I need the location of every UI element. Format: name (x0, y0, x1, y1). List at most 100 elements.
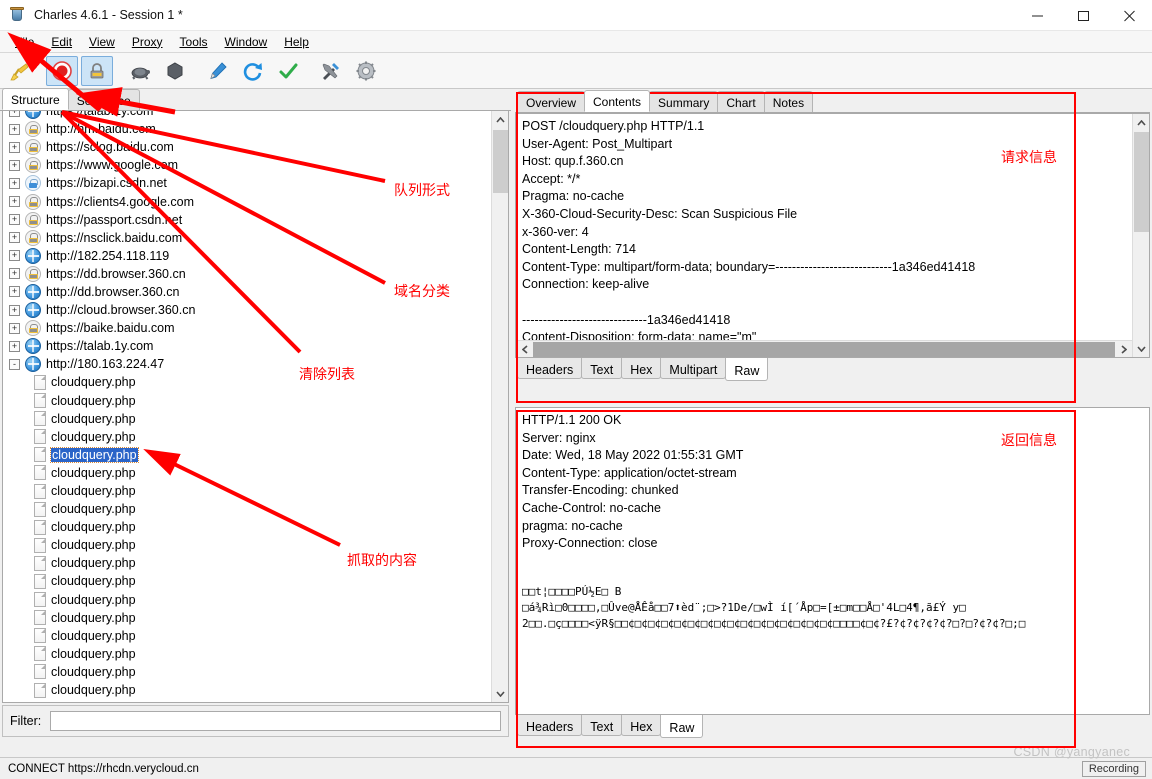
tree-item-request[interactable]: cloudquery.php (3, 609, 491, 627)
menu-tools[interactable]: Tools (172, 33, 217, 51)
tree-item-request[interactable]: cloudquery.php (3, 663, 491, 681)
request-vertical-scrollbar[interactable] (1132, 114, 1149, 357)
tree-vertical-scrollbar[interactable] (491, 111, 508, 702)
session-tree[interactable]: + https://talab.1y.com + http://hm.baidu.co… (2, 111, 509, 703)
tab-notes[interactable]: Notes (763, 91, 814, 112)
tree-item-host[interactable]: + https://www.google.com (3, 156, 491, 174)
tree-item-request[interactable]: cloudquery.php (3, 681, 491, 699)
expand-icon[interactable]: + (9, 286, 20, 298)
res-view-hex[interactable]: Hex (621, 715, 662, 736)
scroll-down-icon[interactable] (492, 685, 508, 702)
tree-item-request[interactable]: cloudquery.php (3, 373, 491, 391)
tree-item-request[interactable]: cloudquery.php (3, 392, 491, 410)
res-view-text[interactable]: Text (581, 715, 623, 736)
tab-overview[interactable]: Overview (517, 91, 586, 112)
tree-item-host[interactable]: + http://cloud.browser.360.cn (3, 301, 491, 319)
menu-edit[interactable]: Edit (43, 33, 81, 51)
menu-help[interactable]: Help (276, 33, 318, 51)
req-view-raw[interactable]: Raw (725, 358, 769, 381)
tree-item-host[interactable]: + https://nsclick.baidu.com (3, 229, 491, 247)
tree-item-host[interactable]: + https://talab.1y.com (3, 337, 491, 355)
request-content-box[interactable]: POST /cloudquery.php HTTP/1.1 User-Agent… (515, 113, 1150, 358)
tree-item-host[interactable]: + https://sclog.baidu.com (3, 138, 491, 156)
req-view-headers[interactable]: Headers (517, 358, 583, 379)
tab-contents[interactable]: Contents (584, 90, 651, 112)
ssl-proxying-button[interactable] (81, 55, 113, 86)
tree-item-request[interactable]: cloudquery.php (3, 428, 491, 446)
tree-item-host[interactable]: + http://hm.baidu.com (3, 120, 491, 138)
settings-button[interactable] (350, 56, 382, 86)
tools-button[interactable] (315, 56, 347, 86)
tab-chart[interactable]: Chart (717, 91, 765, 112)
expand-icon[interactable]: + (9, 304, 20, 316)
res-view-raw[interactable]: Raw (660, 715, 704, 738)
tree-item-request[interactable]: cloudquery.php (3, 536, 491, 554)
close-button[interactable] (1106, 0, 1152, 31)
scroll-left-icon[interactable] (516, 341, 533, 357)
request-hscroll-thumb[interactable] (533, 342, 1115, 357)
tree-item-request[interactable]: cloudquery.php (3, 554, 491, 572)
tree-item-request[interactable]: cloudquery.php (3, 410, 491, 428)
recording-status-badge[interactable]: Recording (1081, 761, 1146, 777)
expand-icon[interactable]: + (9, 232, 20, 244)
expand-icon[interactable]: + (9, 159, 20, 171)
tree-item-request[interactable]: cloudquery.php (3, 572, 491, 590)
expand-icon[interactable]: + (9, 268, 20, 280)
session-tree-list[interactable]: + https://talab.1y.com + http://hm.baidu.co… (3, 111, 491, 702)
response-content-box[interactable]: HTTP/1.1 200 OK Server: nginx Date: Wed,… (515, 407, 1150, 715)
expand-icon[interactable]: + (9, 196, 20, 208)
req-view-multipart[interactable]: Multipart (660, 358, 727, 379)
tree-item-host[interactable]: + http://182.254.118.119 (3, 247, 491, 265)
tree-item-host[interactable]: + https://passport.csdn.net (3, 211, 491, 229)
request-horizontal-scrollbar[interactable] (516, 340, 1132, 357)
res-view-headers[interactable]: Headers (517, 715, 583, 736)
req-view-text[interactable]: Text (581, 358, 623, 379)
tree-item-host[interactable]: + https://baike.baidu.com (3, 319, 491, 337)
tab-summary[interactable]: Summary (649, 91, 719, 112)
expand-icon[interactable]: + (9, 141, 20, 153)
tree-item-request[interactable]: cloudquery.php (3, 591, 491, 609)
tree-item-request[interactable]: cloudquery.php (3, 482, 491, 500)
scroll-up-icon[interactable] (492, 111, 508, 128)
req-view-hex[interactable]: Hex (621, 358, 662, 379)
scroll-down-icon[interactable] (1133, 340, 1149, 357)
tree-item-request[interactable]: cloudquery.php (3, 645, 491, 663)
expand-icon[interactable]: + (9, 322, 20, 334)
tree-item-request[interactable]: cloudquery.php (3, 464, 491, 482)
tree-item-host[interactable]: + https://dd.browser.360.cn (3, 265, 491, 283)
tree-item-request[interactable]: cloudquery.php (3, 446, 491, 464)
tree-item-request[interactable]: cloudquery.php (3, 627, 491, 645)
tab-structure[interactable]: Structure (2, 88, 69, 110)
validate-button[interactable] (272, 56, 304, 86)
expand-icon[interactable]: + (9, 111, 20, 117)
scroll-right-icon[interactable] (1115, 341, 1132, 357)
tree-item-host[interactable]: + https://talab.1y.com (3, 111, 491, 120)
expand-icon[interactable]: + (9, 340, 20, 352)
tree-item-host[interactable]: + http://dd.browser.360.cn (3, 283, 491, 301)
tree-item-host[interactable]: + https://bizapi.csdn.net (3, 174, 491, 192)
expand-icon[interactable]: + (9, 123, 20, 135)
request-scroll-thumb[interactable] (1134, 132, 1149, 232)
tree-item-request[interactable]: cloudquery.php (3, 518, 491, 536)
tree-item-host[interactable]: + https://clients4.google.com (3, 192, 491, 210)
maximize-button[interactable] (1060, 0, 1106, 31)
throttle-button[interactable] (124, 56, 156, 86)
expand-icon[interactable]: + (9, 177, 20, 189)
filter-input[interactable] (50, 711, 501, 731)
tree-scroll-thumb[interactable] (493, 130, 508, 193)
tree-item-request[interactable]: cloudquery.php (3, 500, 491, 518)
expand-icon[interactable]: + (9, 214, 20, 226)
start-stop-recording-button[interactable] (46, 55, 78, 86)
clear-session-button[interactable] (3, 56, 35, 86)
compose-button[interactable] (202, 56, 234, 86)
menu-view[interactable]: View (81, 33, 124, 51)
collapse-icon[interactable]: - (9, 358, 20, 370)
menu-proxy[interactable]: Proxy (124, 33, 172, 51)
repeat-button[interactable] (237, 56, 269, 86)
minimize-button[interactable] (1014, 0, 1060, 31)
menu-file[interactable]: File (7, 33, 43, 51)
breakpoints-button[interactable] (159, 56, 191, 86)
expand-icon[interactable]: + (9, 250, 20, 262)
scroll-up-icon[interactable] (1133, 114, 1149, 131)
menu-window[interactable]: Window (217, 33, 277, 51)
